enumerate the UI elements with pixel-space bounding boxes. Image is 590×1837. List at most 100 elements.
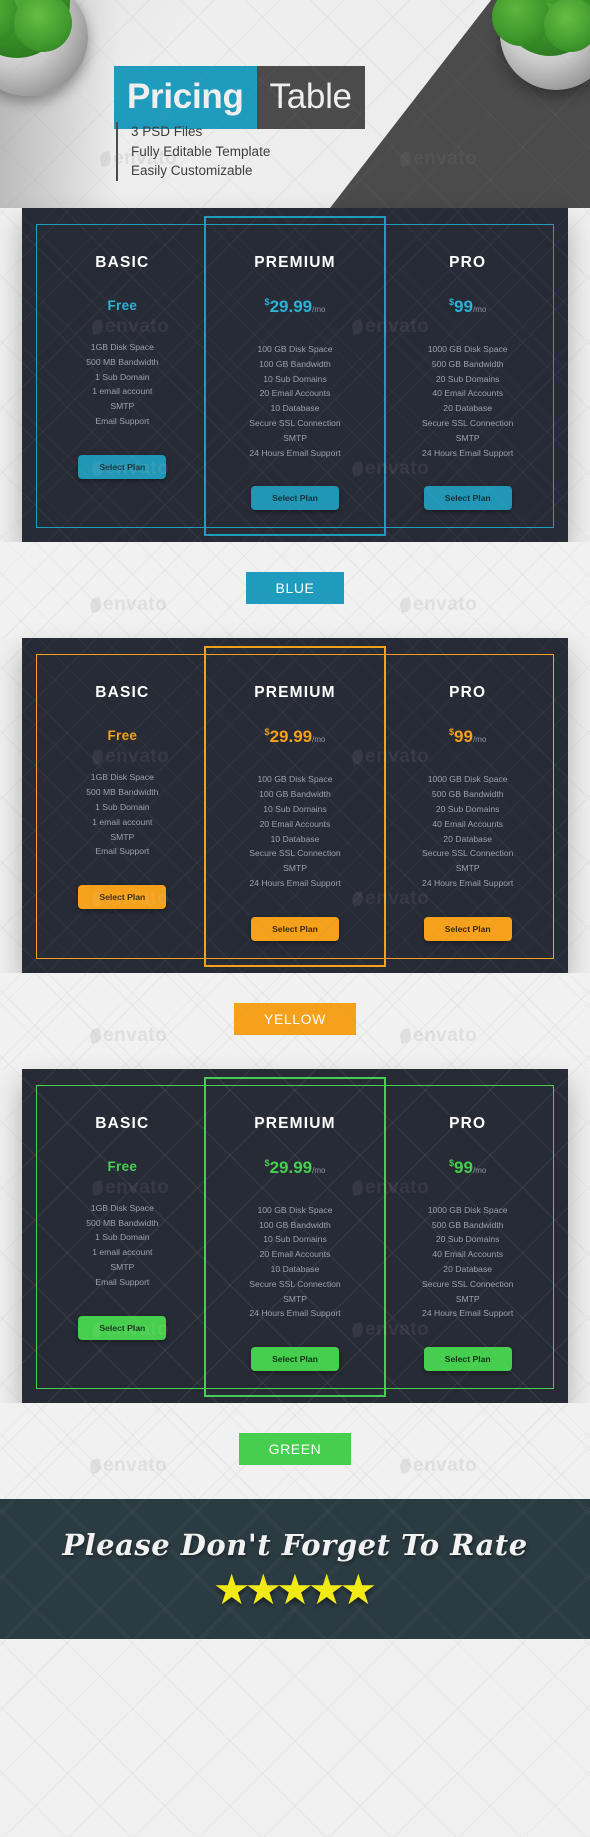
plan-feature-list: 100 GB Disk Space 100 GB Bandwidth 10 Sub … xyxy=(249,1203,340,1321)
plan-feature-item: 1 email account xyxy=(92,386,153,397)
plan-price: Free xyxy=(107,1159,137,1175)
plan-feature-item: 40 Email Accounts xyxy=(432,388,504,399)
plan-button-row: Select Plan xyxy=(78,1315,167,1340)
plan-button-row: Select Plan xyxy=(251,1347,339,1372)
plan-feature-item: 1 Sub Domain xyxy=(95,801,150,812)
price-amount: Free xyxy=(107,1158,138,1174)
plan-feature-item: 40 Email Accounts xyxy=(432,1249,504,1260)
plan-feature-item: Secure SSL Connection xyxy=(249,848,341,859)
price-amount: 99 xyxy=(454,727,473,747)
plant-left-decoration xyxy=(0,0,102,108)
plan-feature-item: 1 Sub Domain xyxy=(95,371,150,382)
feature-bullet-list: 3 PSD Files Fully Editable Template Easi… xyxy=(116,122,270,181)
plan-feature-item: Secure SSL Connection xyxy=(249,1278,341,1289)
plan-feature-item: 500 GB Bandwidth xyxy=(431,789,504,800)
plan-feature-list: 1GB Disk Space 500 MB Bandwidth 1 Sub Doma… xyxy=(86,340,158,429)
plan-column-pro: PRO $99/mo 1000 GB Disk Space 500 GB Bandwi… xyxy=(381,1085,554,1389)
select-plan-button-premium[interactable]: Select Plan xyxy=(251,1347,339,1372)
plan-feature-item: 100 GB Disk Space xyxy=(257,1204,333,1215)
pricing-board: BASIC Free 1GB Disk Space 500 MB Bandwidth 1… xyxy=(22,1068,568,1404)
plan-feature-list: 1GB Disk Space 500 MB Bandwidth 1 Sub Doma… xyxy=(86,1201,158,1290)
plan-price: Free xyxy=(107,298,137,314)
plan-feature-item: 10 Database xyxy=(270,833,320,844)
plan-name: PREMIUM xyxy=(254,254,336,271)
price-period: /mo xyxy=(312,1165,326,1175)
select-plan-button-basic[interactable]: Select Plan xyxy=(78,1315,167,1340)
plan-feature-item: 1 Sub Domain xyxy=(95,1232,150,1243)
plan-feature-item: SMTP xyxy=(455,863,480,874)
plan-feature-item: 500 GB Bandwidth xyxy=(431,1219,504,1230)
plan-feature-item: SMTP xyxy=(283,432,307,443)
plan-feature-list: 1000 GB Disk Space 500 GB Bandwidth 20 Sub… xyxy=(422,342,513,460)
plan-feature-item: 10 Sub Domains xyxy=(263,373,327,384)
plan-feature-item: 1000 GB Disk Space xyxy=(427,774,508,785)
plan-feature-item: 20 Sub Domains xyxy=(435,1234,500,1245)
plan-feature-item: 10 Database xyxy=(270,1263,320,1274)
plan-feature-item: Secure SSL Connection xyxy=(421,848,514,859)
select-plan-button-pro[interactable]: Select Plan xyxy=(423,486,512,511)
plan-feature-list: 1000 GB Disk Space 500 GB Bandwidth 20 Sub… xyxy=(422,772,513,890)
plan-feature-item: 24 Hours Email Support xyxy=(249,1308,341,1319)
plan-feature-item: 100 GB Bandwidth xyxy=(259,789,331,800)
plan-feature-item: 20 Email Accounts xyxy=(259,818,331,829)
variant-label-green[interactable]: GREEN xyxy=(238,1433,352,1466)
price-period: /mo xyxy=(312,305,326,314)
plan-feature-item: SMTP xyxy=(110,401,135,412)
plan-column-premium: PREMIUM $29.99/mo 100 GB Disk Space 100 GB … xyxy=(209,1085,382,1389)
plan-name: PREMIUM xyxy=(254,684,336,702)
plan-name: PRO xyxy=(449,1114,487,1132)
select-plan-button-premium[interactable]: Select Plan xyxy=(251,486,339,511)
plan-feature-item: 1GB Disk Space xyxy=(90,1202,154,1213)
select-plan-button-basic[interactable]: Select Plan xyxy=(78,454,167,479)
plan-name: BASIC xyxy=(95,1114,150,1132)
header-banner: Pricing Table 3 PSD Files Fully Editable… xyxy=(0,0,590,208)
plan-feature-item: 10 Sub Domains xyxy=(263,803,327,814)
select-plan-button-premium[interactable]: Select Plan xyxy=(251,916,339,941)
plan-name: PREMIUM xyxy=(254,1114,336,1132)
plan-feature-list: 1GB Disk Space 500 MB Bandwidth 1 Sub Doma… xyxy=(86,770,158,859)
plan-feature-item: 20 Database xyxy=(443,833,493,844)
bullet-item: Easily Customizable xyxy=(131,163,253,178)
plan-feature-item: 10 Database xyxy=(270,403,320,414)
plan-price: $29.99/mo xyxy=(265,1157,326,1177)
plan-name: PRO xyxy=(449,254,487,271)
plan-price: $99/mo xyxy=(449,1158,487,1177)
plan-feature-item: 20 Sub Domains xyxy=(435,373,500,384)
price-amount: Free xyxy=(107,298,138,313)
plan-feature-item: 24 Hours Email Support xyxy=(249,447,341,458)
plan-columns: BASIC Free 1GB Disk Space 500 MB Bandwidth 1… xyxy=(22,1069,568,1403)
select-plan-button-pro[interactable]: Select Plan xyxy=(423,916,512,941)
plan-feature-item: 500 GB Bandwidth xyxy=(431,358,504,369)
plan-feature-item: SMTP xyxy=(110,1261,135,1272)
plan-feature-item: 1 email account xyxy=(92,1247,153,1258)
bullet-item: Fully Editable Template xyxy=(131,143,271,159)
price-period: /mo xyxy=(472,1165,487,1175)
plan-price: $29.99/mo xyxy=(265,728,326,746)
pricing-board: BASIC Free 1GB Disk Space 500 MB Bandwidth 1… xyxy=(22,208,568,543)
bullet-item: 3 PSD Files xyxy=(131,124,203,139)
select-plan-button-pro[interactable]: Select Plan xyxy=(423,1347,512,1372)
plan-column-premium: PREMIUM $29.99/mo 100 GB Disk Space 100 GB … xyxy=(209,654,382,958)
price-amount: 99 xyxy=(454,297,473,316)
variant-label-blue[interactable]: BLUE xyxy=(245,572,345,605)
variant-label-area-green: GREEN envato envato xyxy=(0,1403,590,1500)
plan-feature-list: 100 GB Disk Space 100 GB Bandwidth 10 Sub … xyxy=(249,772,340,890)
rate-message: Please Don't Forget To Rate xyxy=(62,1527,528,1562)
plan-feature-item: 20 Database xyxy=(443,403,493,414)
star-icon: ★ xyxy=(339,1565,378,1613)
plan-feature-item: 24 Hours Email Support xyxy=(422,1308,514,1319)
plan-feature-item: 500 MB Bandwidth xyxy=(86,787,159,798)
plan-feature-item: 1GB Disk Space xyxy=(90,772,154,783)
plan-feature-item: SMTP xyxy=(283,863,307,874)
select-plan-button-basic[interactable]: Select Plan xyxy=(78,885,167,910)
plan-button-row: Select Plan xyxy=(251,486,339,511)
price-amount: 29.99 xyxy=(269,1157,313,1177)
variant-label-area-yellow: YELLOW envato envato xyxy=(0,972,590,1069)
variant-label-yellow[interactable]: YELLOW xyxy=(234,1002,356,1035)
title-secondary: Table xyxy=(256,66,365,129)
page-title: Pricing Table xyxy=(114,66,365,129)
plan-feature-item: Secure SSL Connection xyxy=(421,417,514,428)
price-period: /mo xyxy=(472,735,487,745)
pricing-variants-host: BASIC Free 1GB Disk Space 500 MB Bandwidth 1… xyxy=(0,208,590,1500)
plan-column-pro: PRO $99/mo 1000 GB Disk Space 500 GB Bandwi… xyxy=(381,654,554,958)
